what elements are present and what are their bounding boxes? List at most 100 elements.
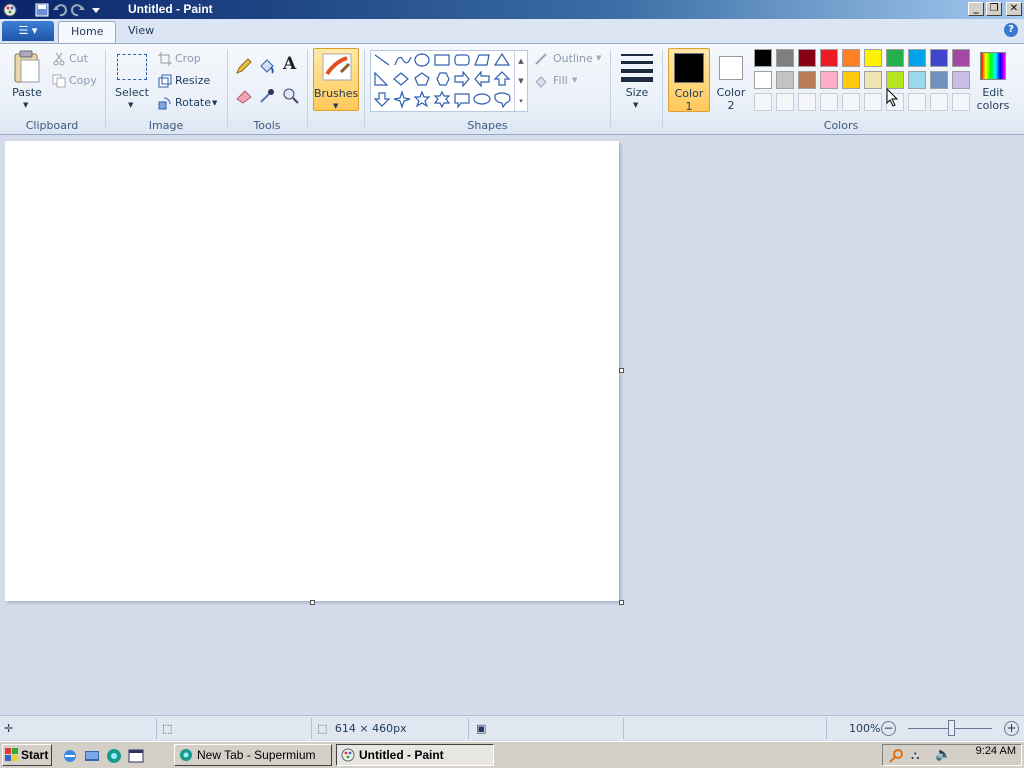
select-button[interactable]: Select <box>112 86 152 99</box>
palette-swatch[interactable] <box>798 49 816 67</box>
show-desktop-icon[interactable] <box>84 748 100 764</box>
custom-color-slot[interactable] <box>798 93 816 111</box>
paste-button[interactable]: Paste <box>12 86 42 99</box>
size-icon[interactable] <box>620 52 654 82</box>
resize-handle-bottom[interactable] <box>310 600 315 605</box>
volume-icon[interactable]: 🔈 <box>935 747 951 762</box>
selection-icon: ⬚ <box>162 722 173 735</box>
palette-swatch[interactable] <box>930 71 948 89</box>
palette-swatch[interactable] <box>886 49 904 67</box>
resize-button[interactable]: Resize <box>175 74 210 87</box>
palette-swatch[interactable] <box>820 49 838 67</box>
rotate-icon <box>158 97 171 110</box>
supermium-icon[interactable] <box>106 748 122 764</box>
restore-button[interactable]: ❐ <box>986 2 1002 16</box>
brushes-dropdown-icon[interactable]: ▼ <box>333 102 338 110</box>
paste-dropdown-icon[interactable]: ▼ <box>23 101 28 109</box>
fill-button[interactable]: Fill <box>553 74 568 87</box>
color2-button[interactable]: Color 2 <box>712 48 750 112</box>
shapes-scroll[interactable]: ▲ ▼ ▾ <box>514 51 527 111</box>
custom-color-slot[interactable] <box>754 93 772 111</box>
customize-toolbar-icon[interactable] <box>88 2 104 18</box>
fill-bucket-icon[interactable] <box>258 57 276 75</box>
color-picker-icon[interactable] <box>258 87 276 105</box>
outline-dropdown-icon[interactable]: ▼ <box>596 54 601 62</box>
custom-color-slot[interactable] <box>952 93 970 111</box>
palette-swatch[interactable] <box>820 71 838 89</box>
palette-swatch[interactable] <box>754 49 772 67</box>
size-dropdown-icon[interactable]: ▼ <box>633 101 638 109</box>
start-button[interactable]: Start <box>2 744 52 766</box>
undo-icon[interactable] <box>52 2 68 18</box>
palette-swatch[interactable] <box>864 49 882 67</box>
palette-swatch[interactable] <box>952 49 970 67</box>
tab-view[interactable]: View <box>116 21 166 43</box>
color1-button[interactable]: Color 1 <box>668 48 710 113</box>
application-menu-button[interactable]: ☰ ▾ <box>2 21 54 41</box>
pencil-icon[interactable] <box>235 57 253 75</box>
taskbar-item-paint[interactable]: Untitled - Paint <box>336 744 494 766</box>
custom-color-slot[interactable] <box>908 93 926 111</box>
language-icon[interactable]: ⛬ <box>911 748 919 763</box>
tab-home[interactable]: Home <box>58 21 117 43</box>
color1-number: 1 <box>685 100 693 113</box>
fill-dropdown-icon[interactable]: ▼ <box>572 76 577 84</box>
brushes-label: Brushes <box>314 87 359 100</box>
shapes-gallery[interactable] <box>370 50 528 112</box>
rotate-button[interactable]: Rotate <box>175 96 211 109</box>
save-icon[interactable] <box>34 2 50 18</box>
palette-swatch[interactable] <box>842 71 860 89</box>
zoom-slider-thumb[interactable] <box>948 720 955 736</box>
custom-color-slot[interactable] <box>864 93 882 111</box>
palette-swatch[interactable] <box>930 49 948 67</box>
select-icon[interactable] <box>117 54 147 80</box>
zoom-out-button[interactable]: − <box>881 721 896 736</box>
paste-icon[interactable] <box>12 50 42 84</box>
size-button[interactable]: Size <box>620 86 654 99</box>
drawing-canvas[interactable] <box>5 141 619 601</box>
custom-color-slot[interactable] <box>776 93 794 111</box>
ribbon-divider <box>105 50 106 128</box>
palette-swatch[interactable] <box>864 71 882 89</box>
palette-swatch[interactable] <box>776 71 794 89</box>
cut-button[interactable]: Cut <box>69 52 88 65</box>
palette-swatch[interactable] <box>776 49 794 67</box>
paint-app-icon[interactable] <box>2 2 18 18</box>
custom-color-slot[interactable] <box>930 93 948 111</box>
palette-swatch[interactable] <box>908 71 926 89</box>
palette-swatch[interactable] <box>754 71 772 89</box>
help-icon[interactable]: ? <box>1004 23 1018 37</box>
colors-group-label: Colors <box>823 119 859 132</box>
magnifier-icon[interactable] <box>282 87 300 105</box>
resize-handle-corner[interactable] <box>619 600 624 605</box>
outline-button[interactable]: Outline <box>553 52 593 65</box>
taskbar-item-supermium[interactable]: New Tab - Supermium <box>174 744 332 766</box>
palette-swatch[interactable] <box>886 71 904 89</box>
palette-swatch[interactable] <box>842 49 860 67</box>
ribbon-divider <box>307 50 308 128</box>
zoom-in-button[interactable]: + <box>1004 721 1019 736</box>
custom-color-slot[interactable] <box>820 93 838 111</box>
copy-button[interactable]: Copy <box>69 74 97 87</box>
edit-colors-button[interactable]: Edit colors <box>976 48 1010 112</box>
palette-swatch[interactable] <box>908 49 926 67</box>
palette-swatch[interactable] <box>798 71 816 89</box>
select-dropdown-icon[interactable]: ▼ <box>128 101 133 109</box>
cut-icon <box>53 52 65 66</box>
ie-icon[interactable] <box>62 748 78 764</box>
eraser-icon[interactable] <box>235 87 253 105</box>
app-window-icon[interactable] <box>128 748 144 764</box>
edit-colors-icon <box>980 52 1006 80</box>
crop-button[interactable]: Crop <box>175 52 201 65</box>
rotate-dropdown-icon[interactable]: ▼ <box>212 99 217 107</box>
redo-icon[interactable] <box>70 2 86 18</box>
brushes-button[interactable]: Brushes ▼ <box>313 48 359 111</box>
minimize-button[interactable]: _ <box>968 2 984 16</box>
resize-handle-right[interactable] <box>619 368 624 373</box>
custom-color-slot[interactable] <box>842 93 860 111</box>
close-button[interactable]: ✕ <box>1006 2 1022 16</box>
up-arrow-shape-icon <box>493 71 511 86</box>
search-icon[interactable] <box>889 748 904 763</box>
text-tool-icon[interactable]: A <box>283 54 296 74</box>
palette-swatch[interactable] <box>952 71 970 89</box>
